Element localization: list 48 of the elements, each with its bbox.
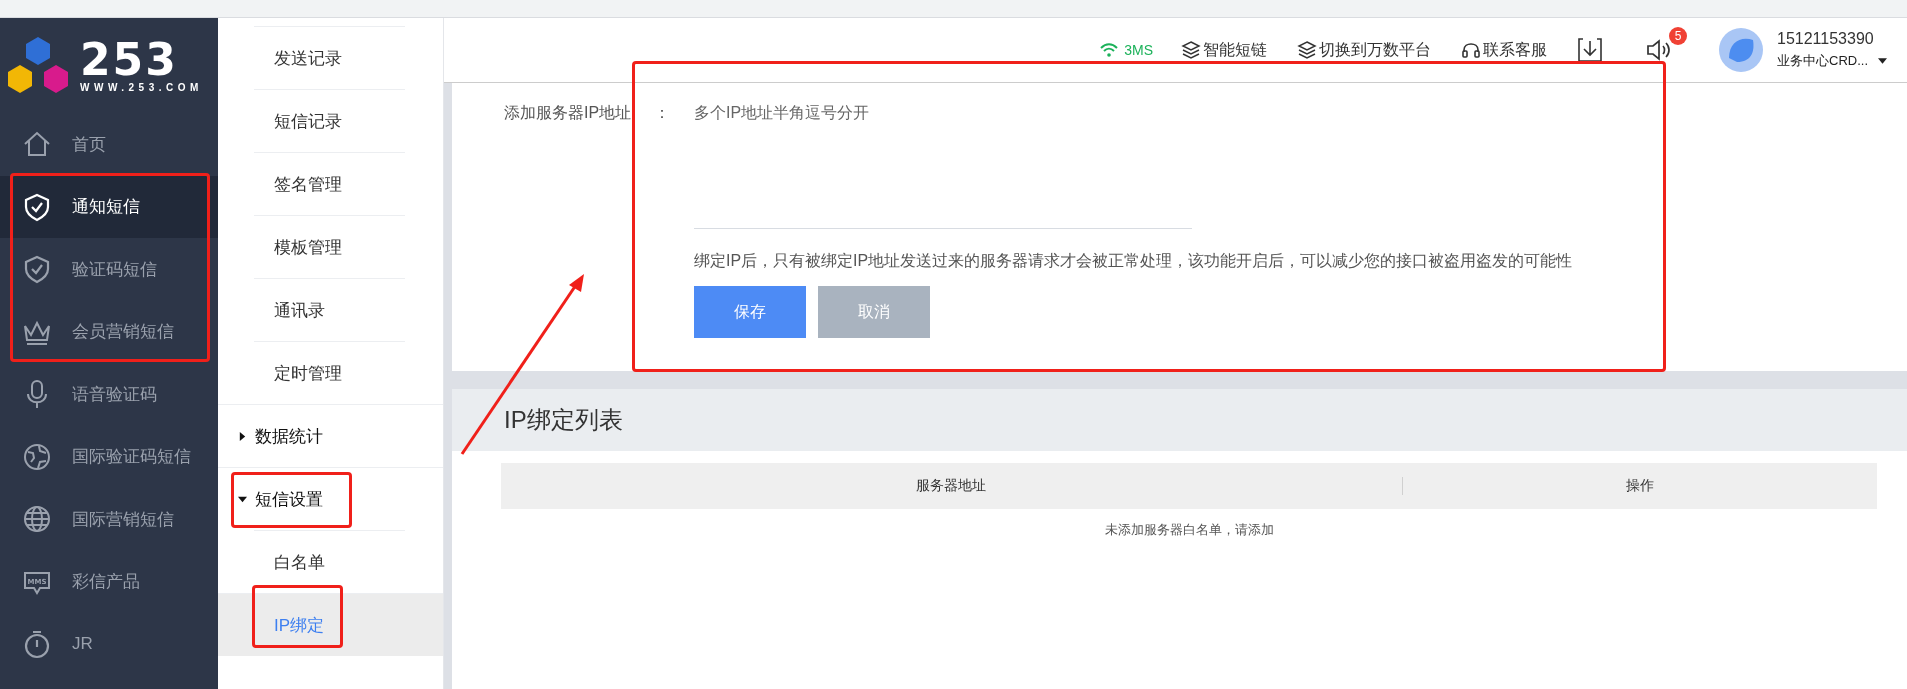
- sidebar-item[interactable]: 语音验证码: [0, 363, 218, 426]
- avatar[interactable]: [1719, 28, 1763, 72]
- wifi-icon: [1100, 43, 1119, 57]
- column-header: 服务器地址: [501, 477, 1403, 495]
- sidebar-item[interactable]: 验证码短信: [0, 238, 218, 301]
- user-phone: 15121153390: [1777, 30, 1875, 48]
- empty-message: 未添加服务器白名单，请添加: [1104, 522, 1274, 537]
- submenu-group[interactable]: 短信设置: [218, 467, 443, 530]
- stopwatch-icon: [22, 629, 52, 660]
- sidebar-item[interactable]: 国际营销短信: [0, 488, 218, 551]
- sidebar-item[interactable]: 国际验证码短信: [0, 425, 218, 488]
- submenu-item[interactable]: 定时管理: [254, 341, 405, 404]
- hint-text: 绑定IP后，只有被绑定IP地址发送过来的服务器请求才会被正常处理，该功能开启后，可以减少您的接口被盗用盗发的可能性: [694, 251, 1574, 271]
- sidebar-item[interactable]: 首页: [0, 113, 218, 176]
- earth-icon: [22, 441, 52, 472]
- caret-icon: [1878, 58, 1887, 64]
- submenu-group[interactable]: 数据统计: [218, 404, 443, 467]
- shield-icon: [22, 191, 52, 222]
- field-label: 添加服务器IP地址: [504, 103, 633, 123]
- list-title: IP绑定列表: [504, 405, 623, 435]
- submenu-item[interactable]: 通讯录: [254, 278, 405, 341]
- org-dropdown[interactable]: 业务中心CRD...: [1777, 52, 1887, 70]
- sidebar-item[interactable]: 会员营销短信: [0, 300, 218, 363]
- submenu-item[interactable]: 模板管理: [254, 215, 405, 278]
- shield-icon: [22, 254, 52, 285]
- submenu-item[interactable]: 发送记录: [254, 26, 405, 89]
- field-colon: ：: [654, 103, 671, 123]
- header-link[interactable]: 切换到万数平台: [1297, 39, 1431, 61]
- signal-label: 3MS: [1124, 42, 1153, 58]
- download-icon[interactable]: [1577, 37, 1603, 63]
- sidebar-item[interactable]: JR: [0, 613, 218, 676]
- sidebar-item[interactable]: 通知短信: [0, 175, 218, 238]
- caret-icon: [238, 430, 247, 442]
- headset-icon: [1461, 40, 1481, 60]
- submenu-item[interactable]: 短信记录: [254, 89, 405, 152]
- layers-icon: [1181, 40, 1201, 60]
- caret-icon: [237, 494, 248, 504]
- column-header: 操作: [1624, 477, 1655, 495]
- ip-address-field[interactable]: 多个IP地址半角逗号分开: [694, 103, 1192, 229]
- speaker-icon[interactable]: [1645, 37, 1671, 63]
- layers-icon: [1297, 40, 1317, 60]
- header-link[interactable]: 智能短链: [1181, 39, 1267, 61]
- globe-icon: [22, 504, 52, 535]
- notification-badge: 5: [1669, 27, 1687, 45]
- header-link[interactable]: 联系客服: [1461, 39, 1547, 61]
- submenu-item[interactable]: 签名管理: [254, 152, 405, 215]
- logo-url: WWW.253.COM: [80, 82, 203, 93]
- logo-name: 253: [80, 38, 178, 82]
